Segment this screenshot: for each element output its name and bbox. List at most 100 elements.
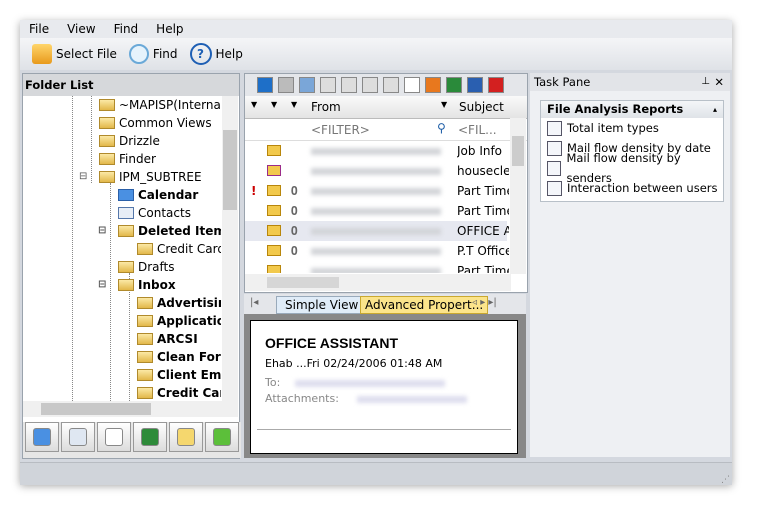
folder-item[interactable]: Contacts [118, 204, 191, 222]
preview-panel: |◂ Simple View Advanced Propert... ◃ ▸ ▸… [244, 294, 526, 458]
contacts-button[interactable] [61, 422, 95, 452]
scroll-thumb[interactable] [512, 136, 524, 166]
folder-item[interactable]: Drafts [118, 258, 175, 276]
journal-icon [141, 428, 159, 446]
up-arrow-button[interactable] [205, 422, 239, 452]
col-attach-dropdown[interactable]: ▼ [291, 100, 297, 109]
day-7-icon[interactable] [362, 77, 378, 93]
message-hscrollbar[interactable] [245, 274, 511, 291]
file-analysis-section: File Analysis Reports ▴ Total item types M… [540, 100, 724, 202]
folder-item[interactable]: Calendar [118, 186, 198, 204]
folder-item[interactable]: ⊟ Deleted Items [98, 222, 221, 240]
message-row[interactable]: ! 𝟎 Part Time C [245, 181, 509, 201]
tab-simple-view[interactable]: Simple View [276, 296, 368, 314]
from-filter-input[interactable]: <FILTER> [311, 123, 370, 137]
folder-item[interactable]: Applications [137, 312, 221, 330]
rtf-icon[interactable] [467, 77, 483, 93]
folder-item[interactable]: ⊟ IPM_SUBTREE [79, 168, 202, 186]
journal-button[interactable] [133, 422, 167, 452]
folder-item[interactable]: ~MAPISP(Internal) [99, 96, 221, 114]
message-row[interactable]: 𝟎 OFFICE ASS [245, 221, 509, 241]
first-tab-icon[interactable]: |◂ [250, 297, 258, 308]
task-item[interactable]: Mail flow density by senders [541, 151, 723, 185]
folder-vscrollbar[interactable] [222, 96, 238, 401]
col-icon-dropdown[interactable]: ▼ [271, 100, 277, 109]
folder-item[interactable]: Credit Card [137, 384, 221, 401]
sender-blurred [311, 168, 441, 175]
mail-icon[interactable] [404, 77, 420, 93]
folder-item[interactable]: ⊟ Inbox [98, 276, 176, 294]
sender-blurred [311, 148, 441, 155]
pin-icon[interactable]: ⊥ [701, 73, 710, 91]
check-calendar-icon[interactable] [299, 77, 315, 93]
txt-icon[interactable] [446, 77, 462, 93]
scroll-thumb[interactable] [41, 403, 151, 415]
message-row[interactable]: Job Info [245, 141, 507, 161]
notes-button[interactable] [169, 422, 203, 452]
task-item[interactable]: Total item types [541, 118, 723, 138]
calendar-button[interactable] [25, 422, 59, 452]
help-button[interactable]: ? Help [189, 43, 243, 65]
day-31-icon[interactable] [383, 77, 399, 93]
menu-view[interactable]: View [58, 20, 104, 38]
folder-label: ~MAPISP(Internal) [119, 98, 221, 112]
search-icon[interactable]: ⚲ [437, 121, 446, 135]
subject-filter-input[interactable]: <FIL... [458, 123, 497, 137]
folder-item[interactable]: Common Views [99, 114, 212, 132]
section-header[interactable]: File Analysis Reports ▴ [541, 101, 723, 118]
message-row[interactable]: houseclean [245, 161, 509, 181]
collapse-toggle-icon[interactable]: ⊟ [98, 276, 106, 294]
message-rows: Job Info houseclean ! 𝟎 Part Time C 𝟎 Part Tim… [245, 141, 527, 273]
col-subject[interactable]: Subject [459, 100, 504, 114]
message-subject: houseclean [457, 164, 509, 178]
menu-file[interactable]: File [20, 20, 58, 38]
day-1-icon[interactable] [320, 77, 336, 93]
magnifier-icon [128, 44, 149, 64]
folder-item[interactable]: ARCSI [137, 330, 198, 348]
scroll-thumb[interactable] [267, 277, 339, 288]
scroll-thumb[interactable] [223, 130, 237, 210]
eml-icon[interactable] [425, 77, 441, 93]
preview-tabs: |◂ Simple View Advanced Propert... ◃ ▸ ▸… [244, 294, 526, 314]
task-item[interactable]: Interaction between users [541, 178, 723, 198]
menu-help[interactable]: Help [147, 20, 192, 38]
select-file-button[interactable]: Select File [32, 44, 117, 64]
folder-item[interactable]: Advertising [137, 294, 221, 312]
folder-item[interactable]: Drizzle [99, 132, 160, 150]
find-button[interactable]: Find [128, 44, 178, 64]
message-subject: Job Info [457, 144, 503, 158]
col-flag-dropdown[interactable]: ▼ [251, 100, 257, 109]
message-row[interactable]: 𝟎 Part Time C [245, 201, 509, 221]
folder-shortcut-buttons [23, 422, 241, 458]
ie-icon[interactable] [257, 77, 273, 93]
tasks-button[interactable] [97, 422, 131, 452]
collapse-toggle-icon[interactable]: ⊟ [98, 222, 106, 240]
close-icon[interactable]: ✕ [714, 73, 724, 91]
from-dropdown[interactable]: ▼ [441, 100, 447, 109]
preview-content: OFFICE ASSISTANT Ehab ...Fri 02/24/2006 … [250, 320, 518, 454]
status-bar: ⋰ [20, 462, 732, 485]
tab-nav-icons[interactable]: ◃ ▸ ▸| [472, 297, 497, 308]
message-row[interactable]: 𝟎 P.T Office [245, 241, 509, 261]
folder-item[interactable]: Credit Card [137, 240, 221, 258]
menu-find[interactable]: Find [105, 20, 148, 38]
resize-grip-icon[interactable]: ⋰ [721, 475, 730, 485]
hand-icon[interactable] [278, 77, 294, 93]
col-from[interactable]: From [311, 100, 341, 114]
attachment-blurred[interactable] [357, 396, 467, 403]
tab-advanced-properties[interactable]: Advanced Propert... [360, 296, 489, 314]
column-header: ▼ ▼ ▼ From ▼ Subject [245, 96, 527, 119]
pdf-icon[interactable] [488, 77, 504, 93]
folder-hscrollbar[interactable] [23, 401, 238, 417]
folder-item[interactable]: Clean For A [137, 348, 221, 366]
collapse-toggle-icon[interactable]: ⊟ [79, 168, 87, 186]
folder-label: Common Views [119, 116, 212, 130]
day-5-icon[interactable] [341, 77, 357, 93]
folder-label: Finder [119, 152, 156, 166]
collapse-icon[interactable]: ▴ [713, 101, 717, 118]
preview-from-date: Ehab ...Fri 02/24/2006 01:48 AM [265, 357, 443, 370]
message-row[interactable]: Part Time C [245, 261, 509, 273]
message-vscrollbar[interactable] [510, 118, 526, 274]
folder-item[interactable]: Client Email [137, 366, 221, 384]
folder-item[interactable]: Finder [99, 150, 156, 168]
